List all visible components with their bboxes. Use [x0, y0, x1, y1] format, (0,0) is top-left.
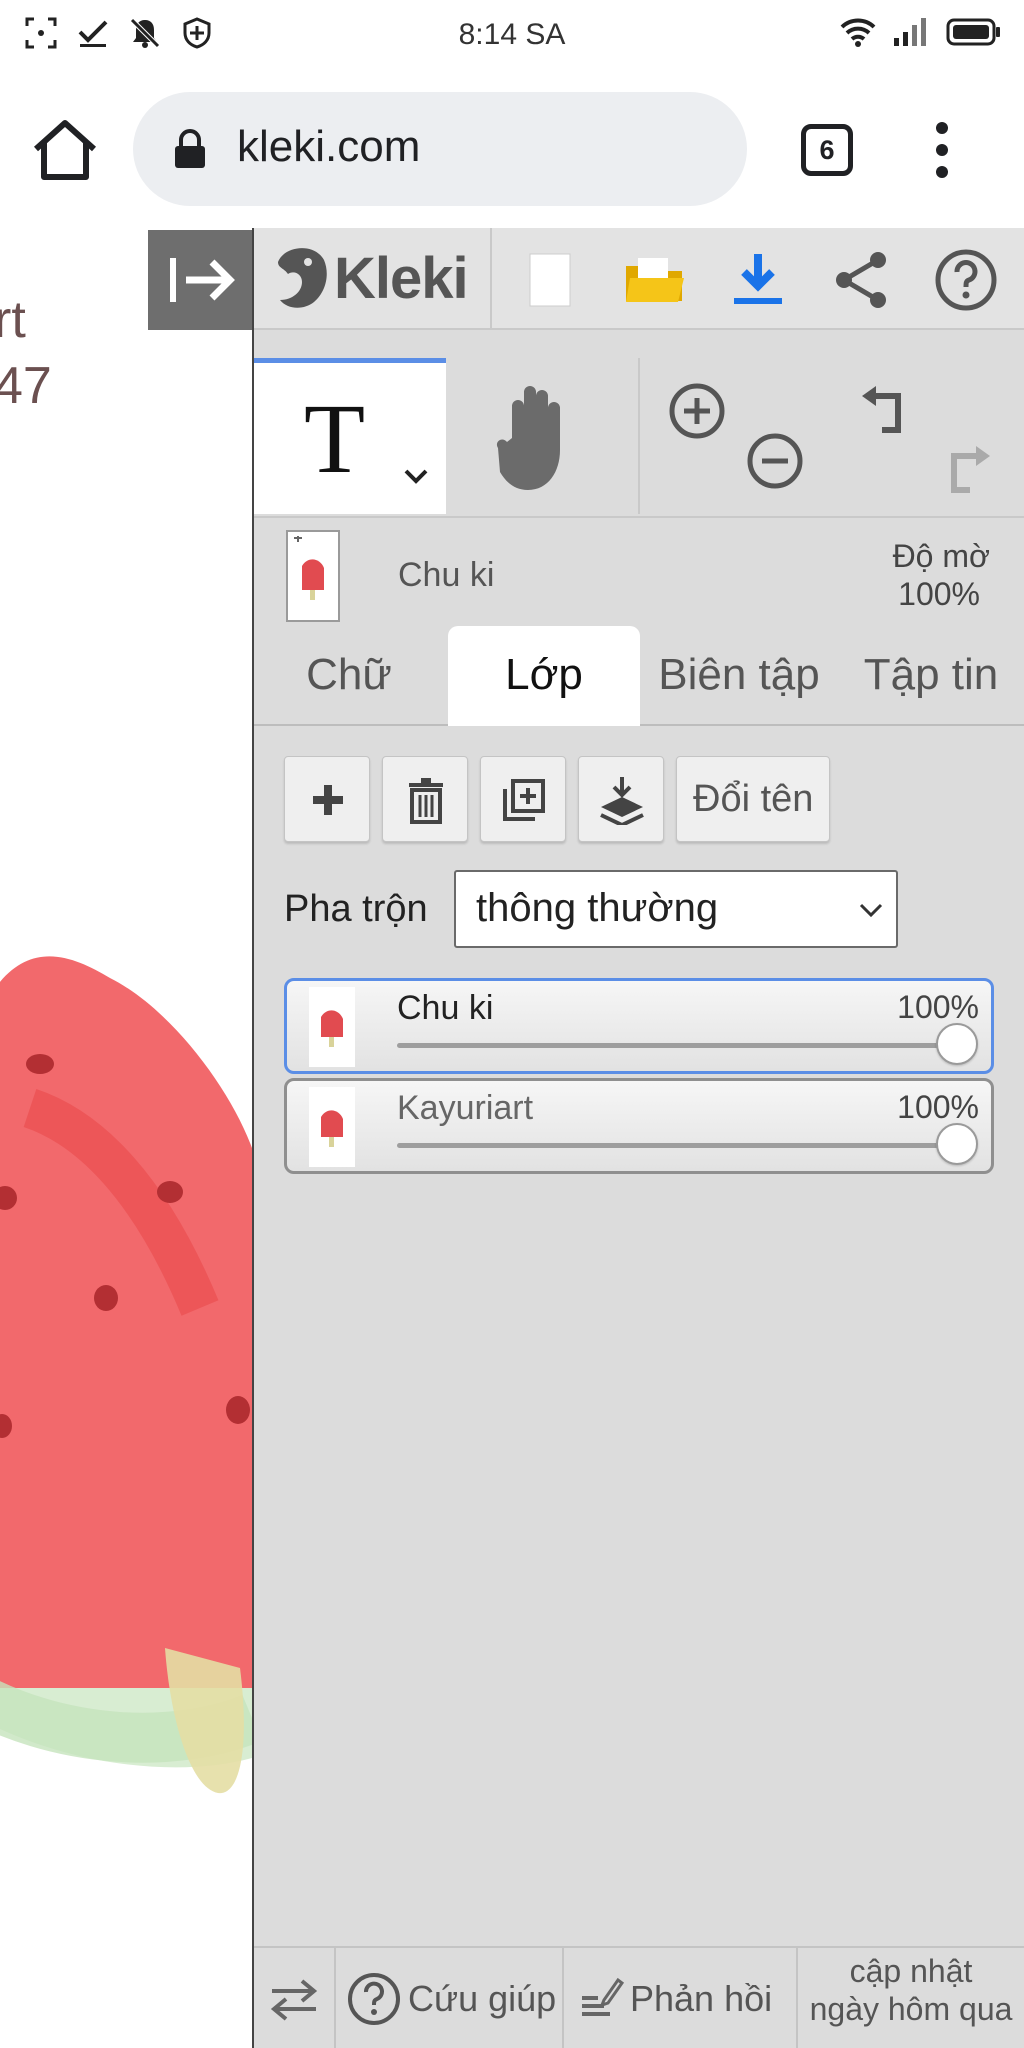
watermelon-thumbnail-icon: [294, 536, 324, 600]
panel-footer: Cứu giúp Phản hồi cập nhật ngày hôm qua: [254, 1946, 1024, 2048]
undo-icon[interactable]: [854, 382, 914, 440]
side-panel: Kleki T Chu ki Độ mờ 100% Chữ Lớp Biên t…: [252, 228, 1024, 2048]
tab-edit[interactable]: Biên tập: [640, 626, 838, 726]
help-button[interactable]: Cứu giúp: [336, 1948, 564, 2048]
feedback-label: Phản hồi: [630, 1978, 773, 2019]
open-folder-icon[interactable]: [622, 248, 686, 312]
signal-icon: [894, 18, 926, 46]
merge-down-icon: [600, 777, 644, 825]
help-icon[interactable]: [934, 248, 998, 312]
app-topbar: Kleki: [254, 228, 1024, 330]
opacity-value: 100%: [898, 576, 980, 612]
feedback-button[interactable]: Phản hồi: [564, 1948, 798, 2048]
canvas-text-fragment-2: 47: [0, 357, 52, 415]
merge-down-button[interactable]: [578, 756, 664, 842]
zoom-in-icon[interactable]: [668, 382, 726, 440]
layer-opacity-slider[interactable]: [397, 1023, 978, 1065]
hand-tool-icon[interactable]: [492, 378, 580, 496]
panel-tabs: Chữ Lớp Biên tập Tập tin: [254, 626, 1024, 726]
layer-item[interactable]: Chu ki 100%: [284, 978, 994, 1074]
tool-row: T: [254, 358, 1024, 516]
text-tool-button[interactable]: T: [254, 358, 446, 514]
help-icon: [348, 1973, 400, 2025]
watermelon-thumbnail-icon: [321, 1010, 343, 1047]
overflow-menu-icon[interactable]: [924, 120, 960, 180]
update-line-1: cập nhật: [849, 1953, 973, 1989]
feedback-pen-icon: [582, 1977, 624, 2016]
zoom-out-icon[interactable]: [746, 432, 804, 490]
slider-handle[interactable]: [936, 1123, 978, 1165]
arrow-right-bar-icon: [170, 258, 235, 302]
slider-handle[interactable]: [936, 1023, 978, 1065]
status-icons-right: [840, 16, 1002, 48]
blend-mode-value: thông thường: [476, 886, 719, 930]
share-icon[interactable]: [830, 248, 894, 312]
tool-divider: [638, 358, 640, 514]
app-name: Kleki: [334, 245, 469, 311]
layer-thumbnail: [309, 987, 355, 1067]
rename-layer-button[interactable]: Đổi tên: [676, 756, 831, 842]
drawing-canvas[interactable]: rt 47: [0, 228, 252, 2048]
swap-side-button[interactable]: [254, 1948, 336, 2048]
tab-switcher-button[interactable]: 6: [801, 124, 853, 176]
chevron-down-icon: [859, 903, 883, 918]
layer-name: Chu ki: [397, 989, 494, 1027]
tab-text[interactable]: Chữ: [254, 626, 444, 726]
active-layer-name: Chu ki: [398, 556, 495, 594]
url-text: kleki.com: [237, 122, 421, 171]
tab-layers[interactable]: Lớp: [448, 626, 640, 726]
lock-icon: [175, 129, 205, 168]
collapse-panel-button[interactable]: [148, 230, 252, 330]
battery-icon: [946, 18, 1000, 46]
kleki-logo[interactable]: Kleki: [274, 242, 469, 314]
layer-action-buttons: Đổi tên: [284, 756, 831, 842]
text-tool-glyph: T: [304, 383, 366, 494]
layer-opacity-slider[interactable]: [397, 1123, 978, 1165]
plus-icon: [313, 785, 343, 815]
duplicate-icon: [503, 779, 545, 821]
watermelon-thumbnail-icon: [321, 1110, 343, 1147]
download-icon[interactable]: [726, 248, 790, 312]
add-layer-button[interactable]: [284, 756, 370, 842]
new-file-icon[interactable]: [518, 248, 582, 312]
kleki-bird-icon: [278, 248, 327, 308]
update-notice[interactable]: cập nhật ngày hôm qua: [798, 1952, 1024, 2028]
swap-arrows-icon: [270, 1979, 318, 2021]
canvas-text-fragment-1: rt: [0, 291, 26, 349]
trash-icon: [409, 778, 443, 824]
active-layer-thumbnail: [286, 530, 340, 622]
update-line-2: ngày hôm qua: [809, 1991, 1013, 2027]
watermelon-drawing: [0, 956, 252, 1794]
address-bar[interactable]: kleki.com: [133, 92, 747, 206]
layer-name: Kayuriart: [397, 1089, 534, 1127]
topbar-divider: [490, 228, 492, 328]
redo-icon[interactable]: [938, 442, 998, 496]
layer-thumbnail: [309, 1087, 355, 1167]
home-icon[interactable]: [30, 117, 100, 183]
duplicate-layer-button[interactable]: [480, 756, 566, 842]
delete-layer-button[interactable]: [382, 756, 468, 842]
blend-mode-select[interactable]: thông thường: [454, 870, 898, 948]
blend-mode-label: Pha trộn: [284, 888, 428, 930]
layer-opacity: 100%: [897, 989, 979, 1025]
chevron-down-icon[interactable]: [402, 467, 430, 487]
layer-opacity: 100%: [897, 1089, 979, 1125]
help-label: Cứu giúp: [408, 1978, 557, 2019]
layer-item[interactable]: Kayuriart 100%: [284, 1078, 994, 1174]
browser-toolbar: kleki.com 6: [0, 72, 1024, 228]
tab-file[interactable]: Tập tin: [838, 626, 1024, 726]
active-layer-info: Chu ki Độ mờ 100%: [254, 516, 1024, 634]
status-bar: 8:14 SA: [0, 0, 1024, 72]
wifi-icon: [840, 18, 876, 47]
opacity-label: Độ mờ: [892, 538, 990, 574]
